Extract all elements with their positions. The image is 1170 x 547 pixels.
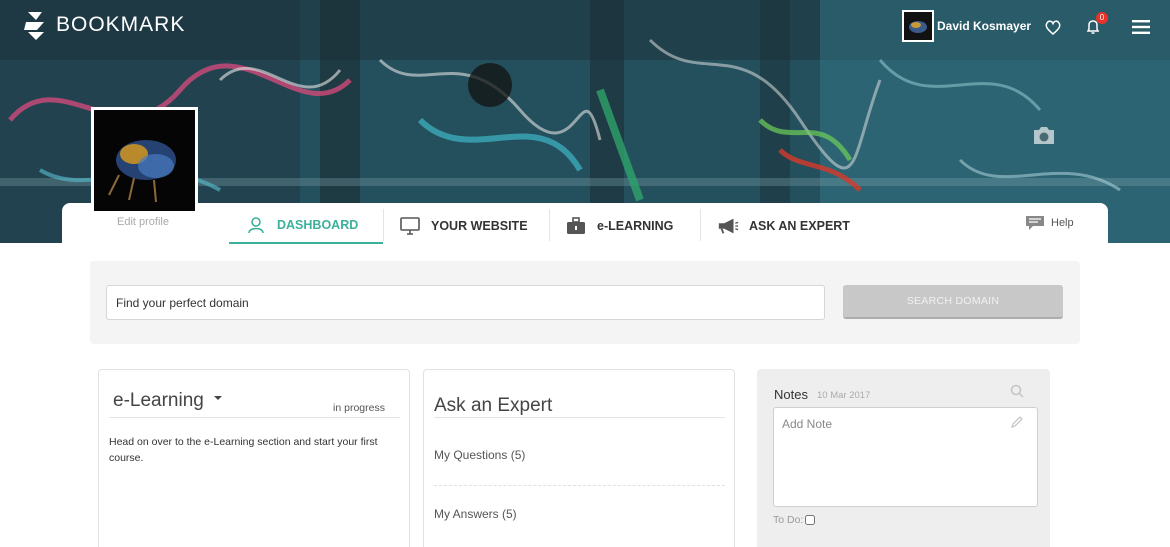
divider	[434, 417, 725, 418]
tab-divider	[549, 209, 550, 241]
domain-search-input[interactable]	[106, 285, 825, 320]
brand-logo[interactable]: BOOKMARK	[24, 10, 185, 40]
tab-divider	[700, 209, 701, 241]
todo-checkbox[interactable]	[805, 515, 816, 525]
search-domain-button[interactable]: SEARCH DOMAIN	[843, 285, 1063, 319]
dashed-divider	[434, 485, 725, 486]
camera-icon[interactable]	[1031, 124, 1057, 146]
elearning-title: e-Learning	[113, 390, 204, 411]
hamburger-menu-icon[interactable]	[1130, 16, 1152, 38]
user-avatar[interactable]	[902, 10, 934, 42]
elearning-dropdown[interactable]: e-Learning	[113, 390, 222, 412]
ask-expert-title: Ask an Expert	[434, 395, 553, 416]
bee-image	[94, 110, 195, 211]
chat-bubble-icon	[1026, 216, 1044, 230]
tab-elearning[interactable]: e-LEARNING	[565, 208, 673, 244]
divider	[109, 417, 400, 418]
help-label: Help	[1051, 217, 1074, 229]
tab-your-website[interactable]: YOUR WEBSITE	[399, 208, 528, 244]
profile-picture[interactable]	[91, 107, 198, 214]
tab-label: e-LEARNING	[597, 219, 674, 233]
progress-status: in progress	[333, 402, 385, 414]
megaphone-icon	[717, 215, 739, 237]
add-note-textarea[interactable]	[773, 407, 1038, 507]
favorites-heart-icon[interactable]	[1042, 16, 1064, 38]
tab-dashboard[interactable]: DASHBOARD	[229, 208, 383, 244]
notification-badge: 0	[1096, 12, 1108, 24]
tab-ask-an-expert[interactable]: ASK AN EXPERT	[717, 208, 850, 244]
tab-label: ASK AN EXPERT	[749, 219, 850, 233]
edit-profile-link[interactable]: Edit profile	[117, 216, 169, 228]
my-answers-link[interactable]: My Answers (5)	[434, 507, 517, 521]
elearning-card: e-Learning in progress Head on over to t…	[98, 369, 410, 547]
tab-label: DASHBOARD	[277, 218, 359, 232]
search-icon[interactable]	[1010, 384, 1024, 398]
brand-name: BOOKMARK	[56, 13, 186, 36]
notes-date: 10 Mar 2017	[817, 390, 871, 401]
user-icon	[245, 214, 267, 236]
todo-label: To Do:	[773, 514, 804, 526]
my-questions-link[interactable]: My Questions (5)	[434, 448, 525, 462]
notifications-bell-icon[interactable]: 0	[1082, 12, 1108, 38]
tab-label: YOUR WEBSITE	[431, 219, 528, 233]
todo-toggle[interactable]: To Do:	[773, 514, 816, 526]
ask-expert-card: Ask an Expert My Questions (5) My Answer…	[423, 369, 735, 547]
notes-panel: Notes 10 Mar 2017 To Do:	[757, 369, 1050, 547]
caret-down-icon	[213, 395, 222, 400]
elearning-description: Head on over to the e-Learning section a…	[109, 436, 378, 464]
domain-search-panel: SEARCH DOMAIN	[90, 261, 1080, 344]
pencil-icon	[1011, 416, 1023, 428]
monitor-icon	[399, 215, 421, 237]
help-link[interactable]: Help	[1025, 215, 1074, 231]
tab-divider	[383, 209, 384, 241]
briefcase-icon	[565, 215, 587, 237]
bookmark-logo-icon	[24, 12, 44, 40]
notes-title: Notes	[774, 387, 808, 402]
user-name[interactable]: David Kosmayer	[937, 19, 1031, 33]
